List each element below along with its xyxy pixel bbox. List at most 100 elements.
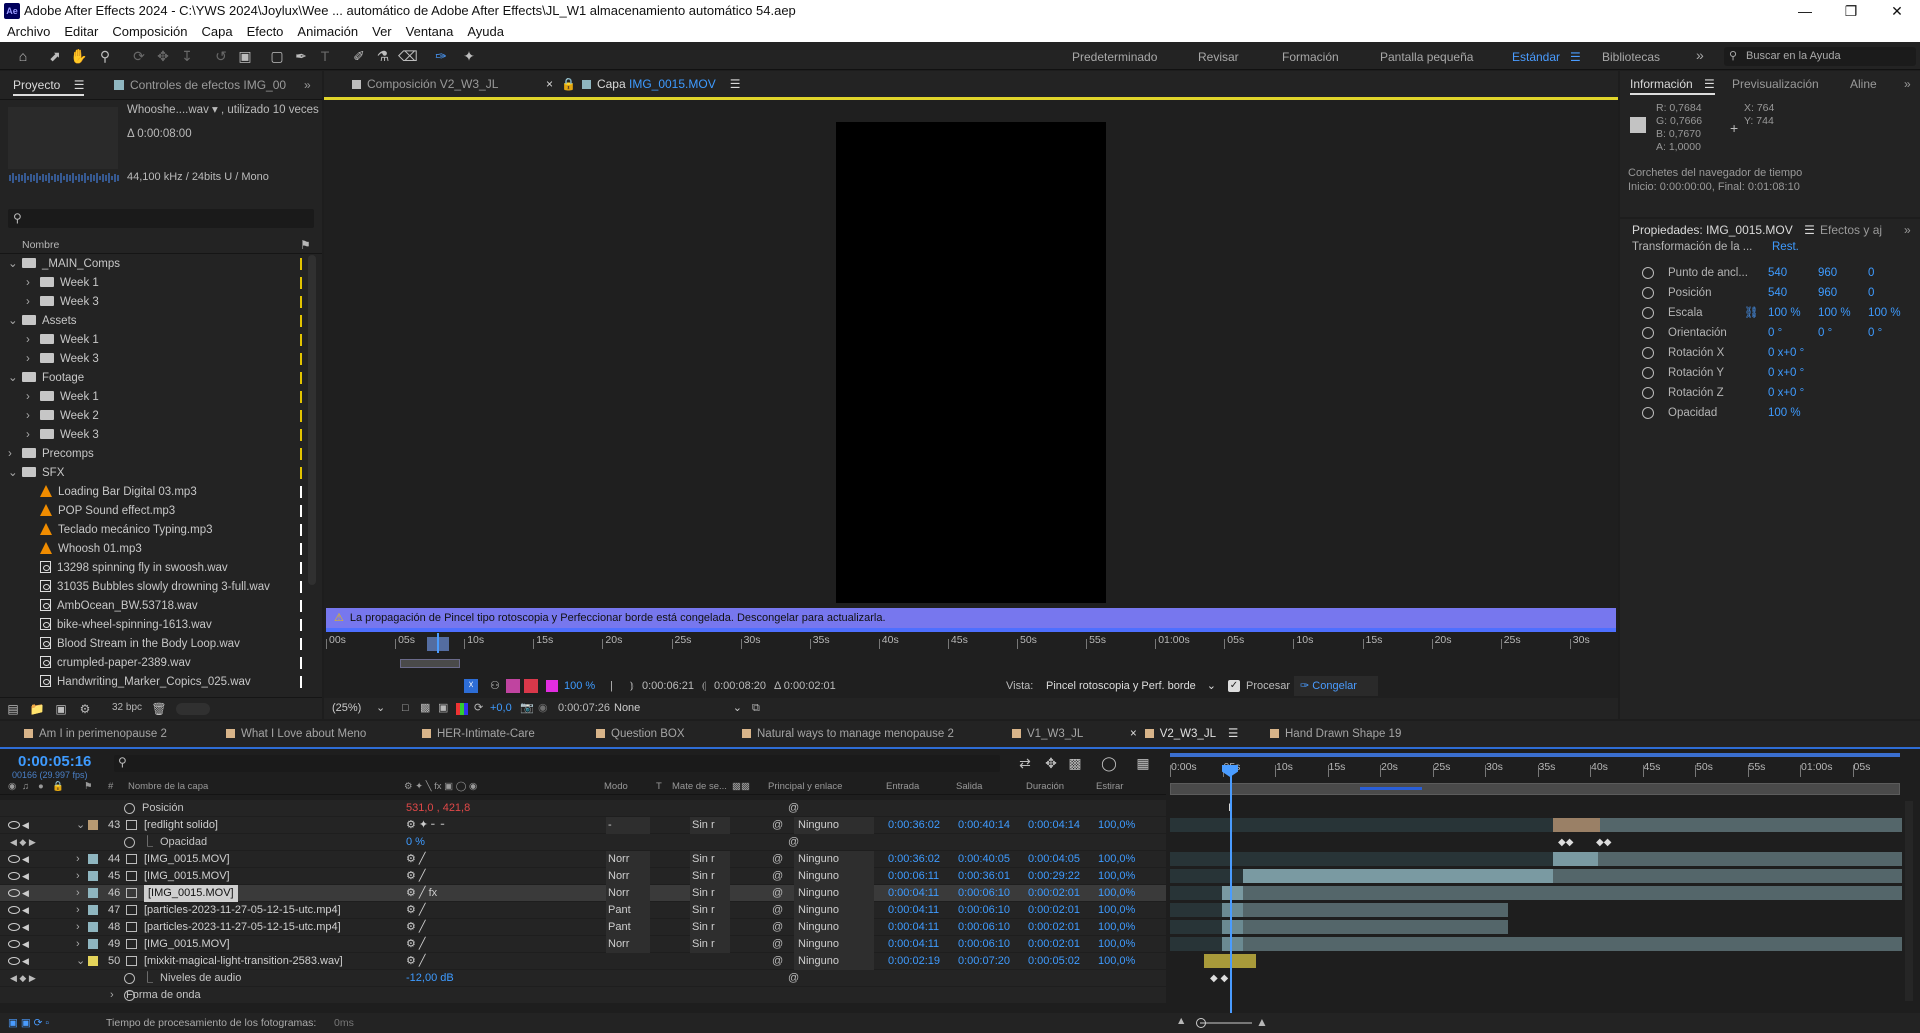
draft-3d-icon[interactable]: ✥	[1042, 754, 1060, 772]
ws-formacion[interactable]: Formación	[1282, 50, 1339, 64]
audio-toggle-icon[interactable]: ♫	[22, 778, 29, 795]
blend-mode-dropdown[interactable]: Norr	[606, 885, 650, 902]
in-time[interactable]: 0:00:06:21	[642, 675, 694, 697]
panel-menu-icon[interactable]: ☰	[1228, 728, 1238, 740]
layer-in[interactable]: 0:00:04:11	[888, 919, 939, 936]
track-matte-dropdown[interactable]: Sin r	[690, 851, 730, 868]
pick-whip-icon[interactable]: @	[772, 817, 783, 834]
layer-stretch[interactable]: 100,0%	[1098, 953, 1135, 970]
out-bracket-icon[interactable]: ⦇	[702, 675, 706, 697]
safe-zones-icon[interactable]: ▩	[420, 698, 430, 719]
panel-menu-icon[interactable]: ☰	[74, 78, 85, 92]
layer-row[interactable]: ◀ › 45 [IMG_0015.MOV] ⚙ ╱ Norr Sin r @ Ninguno 0:…	[0, 868, 1920, 885]
new-folder-icon[interactable]: 📁	[28, 700, 46, 718]
label-color-swatch[interactable]	[300, 676, 302, 688]
project-item[interactable]: › Week 2	[26, 407, 322, 426]
project-search-input[interactable]: ⚲	[8, 209, 314, 228]
layer-switches[interactable]: ⚙ ╱	[406, 902, 426, 919]
menu-ayuda[interactable]: Ayuda	[460, 22, 511, 42]
layer-in[interactable]: 0:00:04:11	[888, 902, 939, 919]
project-item[interactable]: 13298 spinning fly in swoosh.wav	[26, 559, 322, 578]
blend-mode-dropdown[interactable]: Pant	[606, 902, 650, 919]
visibility-eye-icon[interactable]	[8, 821, 20, 829]
label-color-swatch[interactable]	[300, 524, 302, 536]
stopwatch-icon[interactable]	[124, 803, 135, 814]
track-matte-dropdown[interactable]: Sin r	[690, 919, 730, 936]
anchor-tool-icon[interactable]: ▣	[236, 47, 254, 65]
audio-speaker-icon[interactable]: ◀	[22, 936, 29, 953]
fit-icon[interactable]: □	[402, 698, 409, 719]
zoom-in-icon[interactable]: ▲	[1256, 1012, 1268, 1032]
project-item[interactable]: crumpled-paper-2389.wav	[26, 654, 322, 673]
stopwatch-icon[interactable]	[1642, 327, 1654, 339]
close-tab-icon[interactable]: ×	[1130, 728, 1137, 740]
visibility-eye-icon[interactable]	[8, 855, 20, 863]
blend-mode-dropdown[interactable]: -	[606, 817, 650, 834]
audio-speaker-icon[interactable]: ◀	[22, 953, 29, 970]
transfer-icon[interactable]: ⧉	[752, 698, 760, 719]
layer-duration-bar[interactable]	[1553, 852, 1598, 866]
property-value[interactable]: 100 %	[1818, 303, 1851, 323]
chevron-down-icon[interactable]: ⌄	[8, 255, 22, 274]
tab-info[interactable]: Información ☰	[1630, 73, 1715, 95]
layer-name[interactable]: [IMG_0015.MOV]	[144, 868, 230, 885]
chevron-right-icon[interactable]: ›	[76, 919, 80, 936]
pick-whip-icon[interactable]: @	[772, 868, 783, 885]
zoom-tool-icon[interactable]: ⚲	[96, 47, 114, 65]
in-bracket-icon[interactable]: ⦆	[630, 675, 634, 697]
layer-out[interactable]: 0:00:06:10	[958, 902, 1010, 919]
layer-switches[interactable]: ⚙ ╱	[406, 919, 426, 936]
more-workspaces-icon[interactable]: »	[1696, 47, 1704, 63]
frozen-range-bar[interactable]	[326, 628, 1616, 632]
label-color-swatch[interactable]	[300, 372, 302, 384]
chevron-right-icon[interactable]: ›	[26, 350, 40, 369]
layer-name[interactable]: [IMG_0015.MOV]	[144, 936, 230, 953]
layer-dur[interactable]: 0:00:04:05	[1028, 851, 1080, 868]
channels-icon[interactable]	[456, 703, 468, 715]
stopwatch-icon[interactable]	[1642, 347, 1654, 359]
track-matte-dropdown[interactable]: Sin r	[690, 902, 730, 919]
time-navigator[interactable]	[1170, 753, 1900, 757]
transform-section[interactable]: Transformación de la ...	[1632, 241, 1752, 253]
chevron-right-icon[interactable]: ›	[8, 445, 22, 464]
layer-duration-bar[interactable]	[1222, 937, 1243, 951]
chevron-down-icon[interactable]: ⌄	[8, 464, 22, 483]
layer-dur[interactable]: 0:00:29:22	[1028, 868, 1080, 885]
layer-row[interactable]: ◀ › 47 [particles-2023-11-27-05-12-15-utc.m…	[0, 902, 1920, 919]
layer-label-color[interactable]	[88, 922, 98, 932]
pen-tool-icon[interactable]: ✒	[292, 47, 310, 65]
stopwatch-icon[interactable]	[1642, 407, 1654, 419]
layer-in[interactable]: 0:00:36:02	[888, 851, 940, 868]
chevron-right-icon[interactable]: ›	[76, 851, 80, 868]
chevron-right-icon[interactable]: ›	[26, 407, 40, 426]
layer-duration-bar[interactable]	[1222, 886, 1243, 900]
pick-whip-icon[interactable]: @	[772, 902, 783, 919]
col-out[interactable]: Salida	[956, 778, 982, 795]
keyframe-icon[interactable]: ◆◆	[1558, 834, 1573, 851]
playhead[interactable]	[437, 633, 439, 653]
project-item[interactable]: ⌄ _MAIN_Comps	[8, 255, 308, 274]
matte-switches-icon[interactable]: ▩▩	[732, 778, 750, 795]
panel-overflow-icon[interactable]: »	[1904, 73, 1911, 95]
project-item[interactable]: › Week 1	[26, 331, 322, 350]
blend-mode-dropdown[interactable]: Norr	[606, 868, 650, 885]
layer-dur[interactable]: 0:00:05:02	[1028, 953, 1080, 970]
project-item[interactable]: ⌄ Footage	[8, 369, 308, 388]
col-mode[interactable]: Modo	[604, 778, 628, 795]
blend-mode-dropdown[interactable]: Norr	[606, 851, 650, 868]
visibility-eye-icon[interactable]	[8, 889, 20, 897]
stopwatch-icon[interactable]	[1642, 387, 1654, 399]
label-color-swatch[interactable]	[300, 619, 302, 631]
adjust-icon[interactable]: ⚙	[76, 700, 94, 718]
exposure-value[interactable]: +0,0	[490, 698, 512, 719]
layer-dur[interactable]: 0:00:02:01	[1028, 885, 1080, 902]
layer-switches[interactable]: ⚙ ╱	[406, 953, 426, 970]
keyframe-nav-icon[interactable]: ◀ ◆ ▶	[10, 834, 36, 851]
menu-archivo[interactable]: Archivo	[0, 22, 57, 42]
parent-dropdown[interactable]: Ninguno	[794, 885, 874, 902]
audio-speaker-icon[interactable]: ◀	[22, 868, 29, 885]
project-item[interactable]: › Week 1	[26, 274, 322, 293]
lock-toggle-icon[interactable]: 🔒	[52, 778, 64, 795]
parent-dropdown[interactable]: Ninguno	[794, 936, 874, 953]
layer-dur[interactable]: 0:00:02:01	[1028, 902, 1080, 919]
